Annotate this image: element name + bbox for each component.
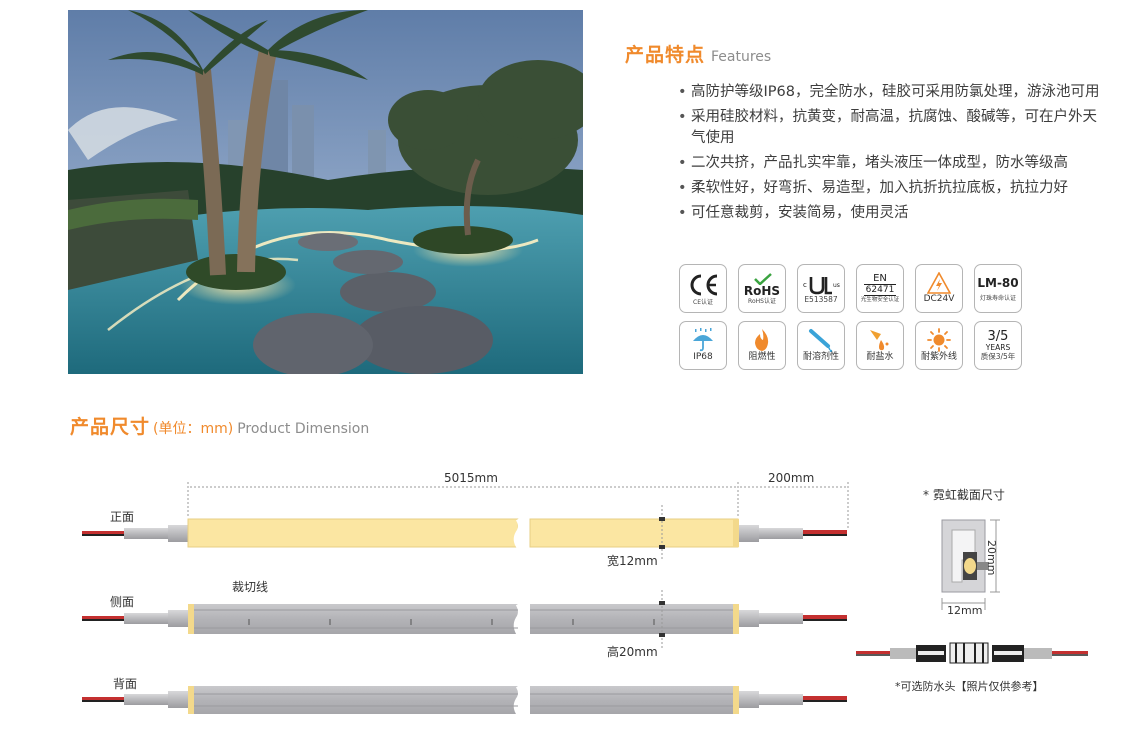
cross-section-height: 20mm [985,540,998,576]
length-label: 5015mm [444,471,498,485]
side-view-label: 侧面 [110,595,135,609]
waterproof-connector-drawing [856,642,1088,664]
front-view-strip [82,505,847,560]
back-view-label: 背面 [113,677,138,691]
height-label: 高20mm [607,645,658,659]
front-view-label: 正面 [110,510,135,524]
cross-section-width: 12mm [947,604,983,617]
cut-line-label: 裁切线 [232,580,269,594]
dimension-diagram [82,482,1088,716]
side-view-strip [82,590,847,648]
cross-section-title: * 霓虹截面尺寸 [923,488,1005,502]
back-view-strip [82,684,847,716]
connector-caption: *可选防水头【照片仅供参考】 [895,680,1044,693]
lead-length-label: 200mm [768,471,815,485]
width-label: 宽12mm [607,554,658,568]
